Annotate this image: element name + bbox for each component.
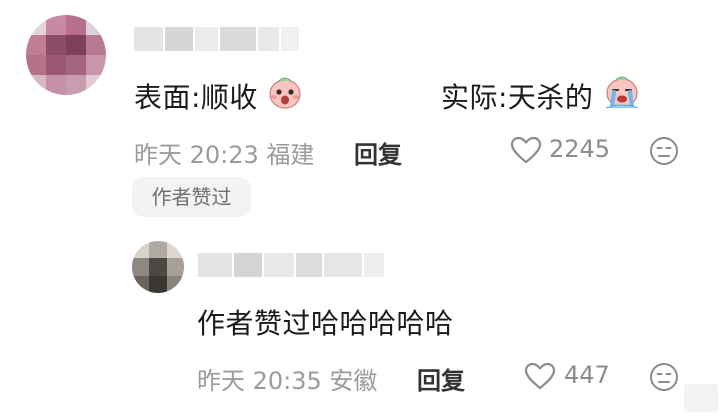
face-crying-icon bbox=[602, 72, 642, 112]
reply-username-blurred[interactable] bbox=[198, 253, 386, 277]
author-liked-badge: 作者赞过 bbox=[132, 177, 251, 217]
reply-text: 作者赞过哈哈哈哈哈 bbox=[197, 307, 454, 340]
face-peeking-icon bbox=[266, 73, 304, 111]
reply-meta: 昨天 20:35 安徽 bbox=[197, 367, 378, 395]
commenter-avatar[interactable] bbox=[26, 15, 106, 95]
reply-button[interactable]: 回复 bbox=[354, 135, 402, 170]
like-count: 2245 bbox=[549, 135, 611, 163]
comment-text-left: 表面:顺收 bbox=[134, 81, 258, 114]
watermark-blur bbox=[684, 384, 718, 412]
reply-like-heart-icon[interactable] bbox=[524, 362, 556, 390]
reply-reply-button[interactable]: 回复 bbox=[417, 361, 465, 396]
reply-dislike-face-icon[interactable] bbox=[648, 361, 680, 393]
comment-text-right: 实际:天杀的 bbox=[441, 81, 594, 114]
commenter-username-blurred[interactable] bbox=[134, 27, 299, 51]
reply-avatar[interactable] bbox=[132, 241, 184, 293]
reply-like-count: 447 bbox=[564, 361, 610, 389]
dislike-face-icon[interactable] bbox=[648, 135, 680, 167]
like-heart-icon[interactable] bbox=[510, 136, 542, 164]
comment-meta: 昨天 20:23 福建 bbox=[134, 141, 315, 169]
